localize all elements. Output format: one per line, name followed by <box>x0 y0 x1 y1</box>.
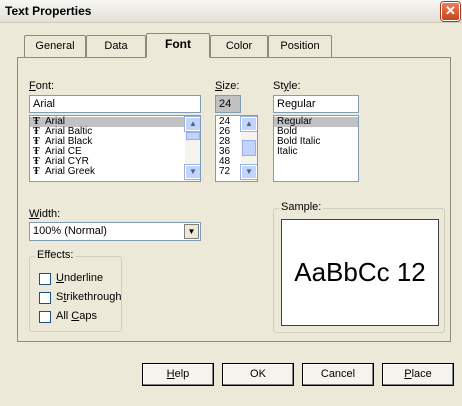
font-name-input[interactable]: Arial <box>29 95 201 113</box>
cancel-button[interactable]: Cancel <box>302 363 374 386</box>
strikethrough-checkbox[interactable] <box>39 292 51 304</box>
strikethrough-label: Strikethrough <box>56 291 122 303</box>
underline-checkbox[interactable] <box>39 273 51 285</box>
size-list-scrollbar[interactable]: ▲ ▼ <box>240 116 257 181</box>
ok-button[interactable]: OK <box>222 363 294 386</box>
scroll-up-icon[interactable]: ▲ <box>184 116 200 132</box>
tab-general[interactable]: General <box>24 35 86 57</box>
scroll-down-icon[interactable]: ▼ <box>240 164 257 180</box>
size-list[interactable]: 24 26 28 36 48 72 ▲ ▼ <box>215 115 258 182</box>
title-bar: Text Properties ✕ <box>0 0 462 23</box>
size-input[interactable]: 24 <box>215 95 241 113</box>
font-list[interactable]: Ŧ Arial Ŧ Arial Baltic Ŧ Arial Black Ŧ Arial… <box>29 115 201 182</box>
truetype-icon: Ŧ <box>33 166 40 177</box>
close-icon[interactable]: ✕ <box>441 2 460 21</box>
font-list-scrollbar[interactable]: ▲ ▼ <box>184 116 200 181</box>
scroll-down-icon[interactable]: ▼ <box>184 164 200 180</box>
chevron-down-icon[interactable]: ▼ <box>184 224 199 239</box>
dialog-title: Text Properties <box>5 4 92 18</box>
scroll-thumb[interactable] <box>186 132 200 140</box>
width-label: Width: <box>29 208 61 220</box>
font-list-item[interactable]: Ŧ Arial Greek <box>30 167 200 177</box>
style-label: Style: <box>273 80 301 92</box>
place-button[interactable]: Place <box>382 363 454 386</box>
style-list[interactable]: Regular Bold Bold Italic Italic <box>273 115 359 182</box>
sample-text: AaBbCc 12 <box>294 257 426 287</box>
sample-preview: AaBbCc 12 <box>281 219 439 326</box>
tab-data[interactable]: Data <box>86 35 146 57</box>
help-button[interactable]: Help <box>142 363 214 386</box>
underline-label: Underline <box>56 272 104 284</box>
effects-title: Effects: <box>35 249 76 261</box>
tab-font[interactable]: Font <box>146 33 210 58</box>
width-select[interactable]: 100% (Normal) <box>29 222 201 241</box>
font-tab-panel: Font: Arial Ŧ Arial Ŧ Arial Baltic Ŧ Arial … <box>17 57 451 342</box>
size-label: Size: <box>215 80 240 92</box>
style-list-item[interactable]: Italic <box>274 147 358 157</box>
scroll-thumb[interactable] <box>242 140 256 156</box>
sample-title: Sample: <box>279 201 324 213</box>
all-caps-checkbox[interactable] <box>39 311 51 323</box>
tab-color[interactable]: Color <box>210 35 268 57</box>
tab-position[interactable]: Position <box>268 35 332 57</box>
scroll-up-icon[interactable]: ▲ <box>240 116 257 132</box>
style-input[interactable]: Regular <box>273 95 359 113</box>
font-label: Font: <box>29 80 55 92</box>
all-caps-label: All Caps <box>56 310 97 322</box>
